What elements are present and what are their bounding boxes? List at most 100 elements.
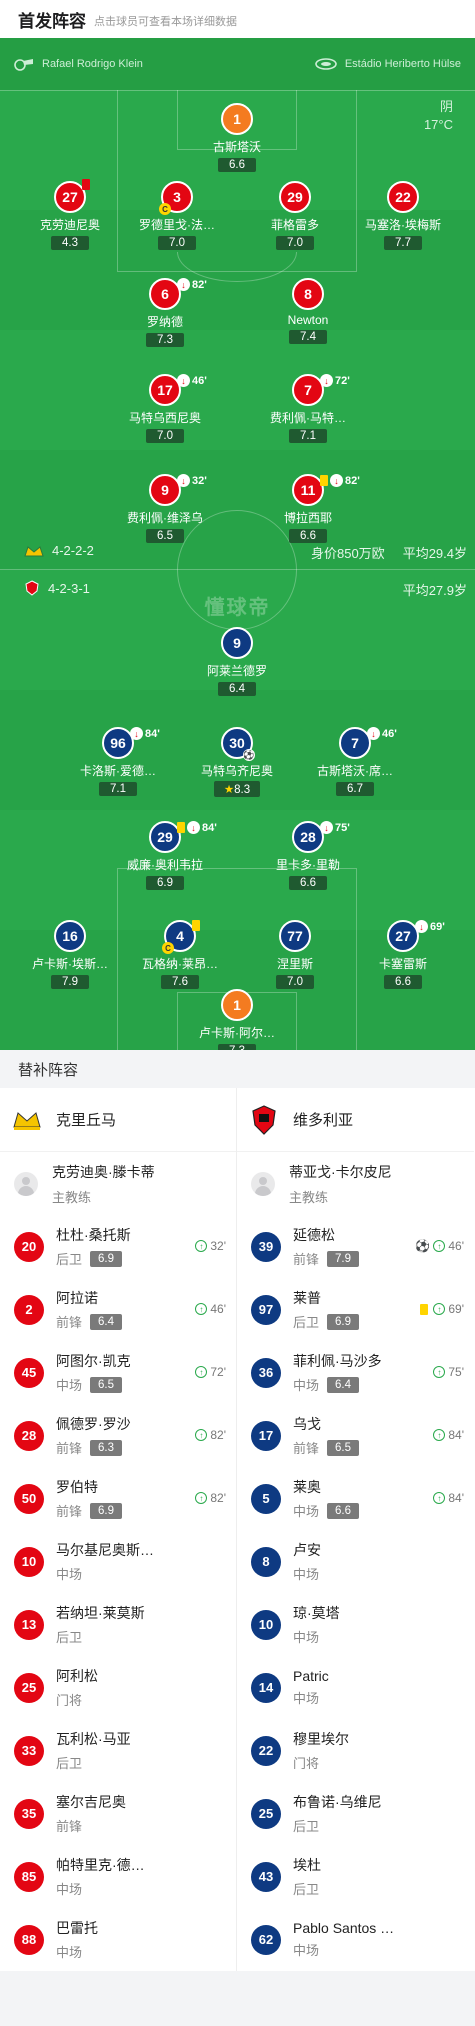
player-number-badge: 8 — [292, 278, 324, 310]
player-number-badge: 36 — [251, 1357, 281, 1388]
substitution-event: ↑ 69' — [420, 1302, 464, 1316]
player-number-badge: 11 ↓ 82' — [292, 474, 360, 506]
player-number-badge: 28 — [14, 1420, 44, 1451]
bench-player-row[interactable]: 10 马尔基尼奥斯… 中场 — [0, 1530, 236, 1593]
pitch-player[interactable]: 17 ↓ 46' 马特乌西尼奥 7.0 — [105, 374, 225, 444]
player-number-badge: 3C — [159, 181, 193, 215]
pitch-player[interactable]: 29 ↓ 84' 威廉·奥利韦拉 6.9 — [105, 821, 225, 891]
sub-out-icon: ↓ — [415, 920, 428, 933]
pitch-player[interactable]: 28 ↓ 75' 里卡多·里勒 6.6 — [248, 821, 368, 891]
player-position: 前锋 — [293, 1441, 320, 1456]
bench-player-row[interactable]: 8 卢安 中场 — [237, 1530, 474, 1593]
pitch-player[interactable]: 27 ↓ 69' 卡塞雷斯 6.6 — [343, 920, 463, 990]
bench-player-row[interactable]: 35 塞尔吉尼奥 前锋 — [0, 1782, 236, 1845]
sub-minute: 69' — [430, 920, 445, 933]
away-team-header[interactable]: 维多利亚 — [237, 1088, 474, 1152]
pitch-player[interactable]: 96 ↓ 84' 卡洛斯·爱德… 7.1 — [58, 727, 178, 797]
bench-player-info: 阿图尔·凯克 中场 6.5 — [56, 1351, 131, 1394]
bench-player-row[interactable]: 13 若纳坦·莱莫斯 后卫 — [0, 1593, 236, 1656]
pitch-player[interactable]: 8 Newton 7.4 — [248, 278, 368, 345]
player-number-badge: 5 — [251, 1483, 281, 1514]
sub-minute: 84' — [448, 1428, 464, 1442]
player-number-badge: 7 ↓ 46' — [339, 727, 397, 759]
bench-player-row[interactable]: 28 佩德罗·罗沙 前锋 6.3 ↑ 82' — [0, 1404, 236, 1467]
bench-player-row[interactable]: 14 Patric 中场 — [237, 1656, 474, 1719]
bench-player-row[interactable]: 97 莱普 后卫 6.9 ↑ 69' — [237, 1278, 474, 1341]
player-rating: 6.5 — [327, 1439, 360, 1456]
player-rating: 7.1 — [99, 782, 137, 796]
player-number-badge: 20 — [14, 1231, 44, 1262]
pitch-player[interactable]: 30 ⚽ 马特乌齐尼奥 ★8.3 — [177, 727, 297, 798]
substitution-info: ↓ 75' — [320, 821, 350, 834]
rating-value: 6.5 — [157, 530, 173, 542]
player-name: 阿图尔·凯克 — [56, 1353, 131, 1369]
away-team-name: 维多利亚 — [293, 1112, 354, 1129]
bench-player-row[interactable]: 36 菲利佩·马沙多 中场 6.4 ↑ 75' — [237, 1341, 474, 1404]
player-position-line: 中场 — [293, 1564, 321, 1583]
substitution-info — [192, 920, 202, 931]
player-name: 阿利松 — [56, 1668, 98, 1684]
away-coach: 蒂亚戈·卡尔皮尼 主教练 — [237, 1152, 474, 1215]
player-position: 后卫 — [293, 1882, 320, 1897]
sub-minute: 82' — [210, 1491, 226, 1505]
player-rating: 6.4 — [90, 1313, 123, 1330]
player-rating: 6.3 — [90, 1439, 123, 1456]
pitch-player[interactable]: 9 ↓ 32' 费利佩·维泽乌 6.5 — [105, 474, 225, 544]
bench-player-info: 若纳坦·莱莫斯 后卫 — [56, 1603, 145, 1646]
sub-minute: 82' — [345, 474, 360, 487]
player-name: 马塞洛·埃梅斯 — [365, 218, 441, 232]
bench-player-row[interactable]: 17 乌戈 前锋 6.5 ↑ 84' — [237, 1404, 474, 1467]
bench-player-row[interactable]: 25 布鲁诺·乌维尼 后卫 — [237, 1782, 474, 1845]
bench-player-row[interactable]: 10 琼·莫塔 中场 — [237, 1593, 474, 1656]
pitch-player[interactable]: 16 卢卡斯·埃斯… 7.9 — [10, 920, 130, 990]
rating-value: 7.0 — [157, 430, 173, 442]
player-position-line: 中场 — [56, 1942, 98, 1961]
player-name: 瓦格纳·莱昂… — [142, 957, 218, 971]
bench-player-row[interactable]: 20 杜杜·桑托斯 后卫 6.9 ↑ 32' — [0, 1215, 236, 1278]
bench-player-row[interactable]: 22 穆里埃尔 门将 — [237, 1719, 474, 1782]
home-team-logo-icon — [12, 1105, 42, 1135]
pitch-player[interactable]: 7 ↓ 72' 费利佩·马特… 7.1 — [248, 374, 368, 444]
red-card-icon — [82, 179, 90, 190]
pitch-player[interactable]: 22 马塞洛·埃梅斯 7.7 — [343, 181, 463, 251]
player-name: 若纳坦·莱莫斯 — [56, 1605, 145, 1621]
pitch-player[interactable]: 4 C 瓦格纳·莱昂… 7.6 — [120, 920, 240, 990]
bench-player-row[interactable]: 43 埃杜 后卫 — [237, 1845, 474, 1908]
player-rating: 6.6 — [384, 975, 422, 989]
stadium: Estádio Heriberto Hülse — [315, 57, 461, 71]
player-rating: 7.4 — [289, 330, 327, 344]
referee: Rafael Rodrigo Klein — [14, 57, 143, 71]
bench-player-row[interactable]: 2 阿拉诺 前锋 6.4 ↑ 46' — [0, 1278, 236, 1341]
bench-player-row[interactable]: 39 延德松 前锋 7.9 ⚽ ↑ 46' — [237, 1215, 474, 1278]
pitch-player[interactable]: 27 克劳迪尼奥 4.3 — [10, 179, 130, 251]
sub-out-icon: ↓ — [177, 474, 190, 487]
pitch-player[interactable]: 11 ↓ 82' 博拉西耶 6.6 — [248, 474, 368, 544]
bench-player-row[interactable]: 50 罗伯特 前锋 6.9 ↑ 82' — [0, 1467, 236, 1530]
player-position: 前锋 — [56, 1504, 83, 1519]
pitch-player[interactable]: 1 古斯塔沃 6.6 — [177, 103, 297, 173]
player-position: 前锋 — [56, 1441, 83, 1456]
bench-player-row[interactable]: 33 瓦利松·马亚 后卫 — [0, 1719, 236, 1782]
player-position-line: 后卫 6.9 — [56, 1249, 131, 1268]
bench-player-row[interactable]: 62 Pablo Santos … 中场 — [237, 1908, 474, 1971]
bench-player-row[interactable]: 25 阿利松 门将 — [0, 1656, 236, 1719]
bench-player-row[interactable]: 88 巴雷托 中场 — [0, 1908, 236, 1971]
pitch-player[interactable]: 29 菲格雷多 7.0 — [235, 181, 355, 251]
away-team-crest-icon — [25, 580, 39, 596]
player-number-badge: 39 — [251, 1231, 281, 1262]
player-position: 后卫 — [293, 1819, 320, 1834]
bench-player-row[interactable]: 85 帕特里克·德… 中场 — [0, 1845, 236, 1908]
home-team-header[interactable]: 克里丘马 — [0, 1088, 236, 1152]
bench-player-row[interactable]: 5 莱奥 中场 6.6 ↑ 84' — [237, 1467, 474, 1530]
pitch-player[interactable]: 9 阿莱兰德罗 6.4 — [177, 627, 297, 697]
sub-out-icon: ↓ — [187, 821, 200, 834]
pitch-player[interactable]: 7 ↓ 46' 古斯塔沃·席… 6.7 — [295, 727, 415, 797]
sub-minute: 75' — [335, 821, 350, 834]
pitch-player[interactable]: 6 ↓ 82' 罗纳德 7.3 — [105, 278, 225, 348]
player-number-badge: 7 ↓ 72' — [292, 374, 350, 406]
pitch-player[interactable]: 3 C 罗德里戈·法… 7.0 — [117, 181, 237, 251]
player-name: Patric — [293, 1668, 329, 1684]
pitch-player[interactable]: 1卢卡斯·阿尔…7.3 — [177, 989, 297, 1050]
bench-player-row[interactable]: 45 阿图尔·凯克 中场 6.5 ↑ 72' — [0, 1341, 236, 1404]
pitch-player[interactable]: 77 涅里斯 7.0 — [235, 920, 355, 990]
